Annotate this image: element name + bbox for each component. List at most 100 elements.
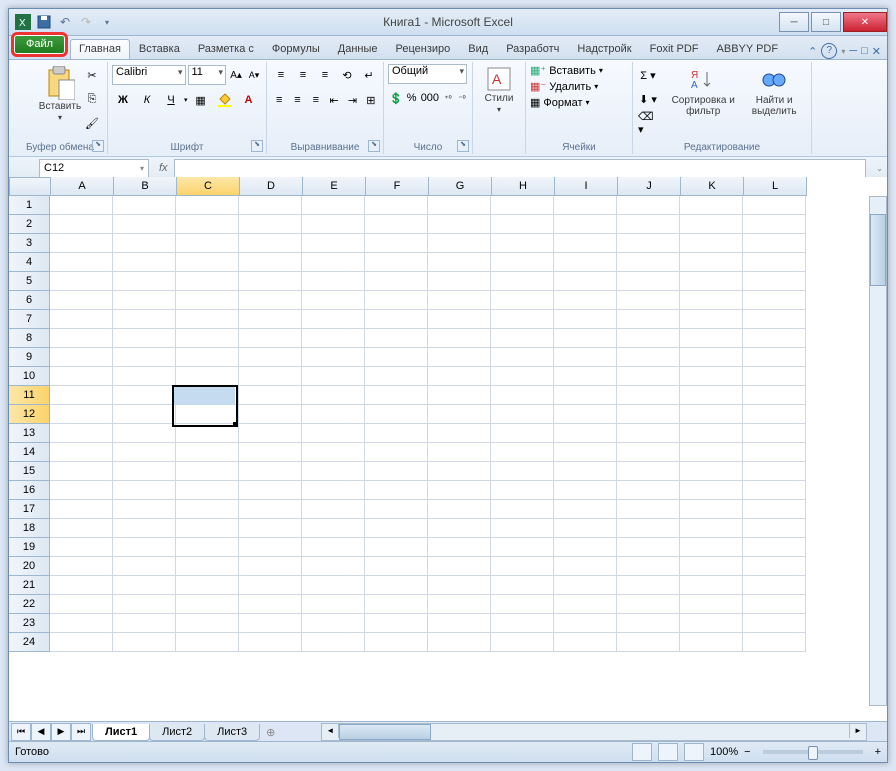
bold-button[interactable]: Ж: [112, 89, 134, 111]
cell[interactable]: [491, 234, 554, 253]
cell[interactable]: [491, 253, 554, 272]
cell[interactable]: [239, 215, 302, 234]
row-header[interactable]: 24: [9, 633, 50, 652]
cell[interactable]: [743, 291, 806, 310]
row-header[interactable]: 11: [9, 386, 50, 405]
cell[interactable]: [428, 215, 491, 234]
cell[interactable]: [302, 234, 365, 253]
sheet-tab-3[interactable]: Лист3: [204, 724, 260, 741]
row-header[interactable]: 16: [9, 481, 50, 500]
cell[interactable]: [302, 538, 365, 557]
cell[interactable]: [113, 348, 176, 367]
expand-formula-icon[interactable]: ⌄: [872, 164, 887, 173]
align-left-icon[interactable]: ≡: [271, 89, 287, 111]
font-size-combo[interactable]: 11: [188, 65, 227, 85]
cell[interactable]: [302, 348, 365, 367]
cell[interactable]: [680, 614, 743, 633]
cell[interactable]: [554, 196, 617, 215]
cell[interactable]: [176, 348, 239, 367]
cell[interactable]: [680, 367, 743, 386]
minimize-ribbon-icon[interactable]: ⌃: [808, 45, 817, 58]
maximize-button[interactable]: □: [811, 12, 841, 32]
cell[interactable]: [680, 405, 743, 424]
sort-filter-button[interactable]: ЯА Сортировка и фильтр: [665, 64, 741, 140]
cell[interactable]: [743, 386, 806, 405]
cell[interactable]: [554, 576, 617, 595]
tab-developer[interactable]: Разработч: [497, 39, 568, 59]
cell[interactable]: [365, 348, 428, 367]
wrap-text-icon[interactable]: ↵: [359, 64, 379, 86]
cell[interactable]: [239, 519, 302, 538]
cell[interactable]: [617, 196, 680, 215]
align-top-icon[interactable]: ≡: [271, 64, 291, 86]
cell[interactable]: [491, 310, 554, 329]
help-icon[interactable]: ?: [821, 43, 837, 59]
cell[interactable]: [743, 462, 806, 481]
cell[interactable]: [680, 481, 743, 500]
cell[interactable]: [302, 614, 365, 633]
cell[interactable]: [428, 462, 491, 481]
cell[interactable]: [491, 538, 554, 557]
cell[interactable]: [680, 557, 743, 576]
cell[interactable]: [50, 481, 113, 500]
cell[interactable]: [617, 576, 680, 595]
cell[interactable]: [680, 329, 743, 348]
cell[interactable]: [113, 500, 176, 519]
cell[interactable]: [176, 367, 239, 386]
page-layout-view-icon[interactable]: [658, 743, 678, 761]
border-icon[interactable]: ▦: [190, 89, 212, 111]
cell[interactable]: [302, 576, 365, 595]
cell[interactable]: [617, 405, 680, 424]
cell[interactable]: [491, 462, 554, 481]
cell[interactable]: [428, 348, 491, 367]
cell[interactable]: [239, 538, 302, 557]
cell[interactable]: [113, 424, 176, 443]
column-header[interactable]: J: [618, 177, 681, 196]
cell[interactable]: [743, 234, 806, 253]
cell[interactable]: [113, 614, 176, 633]
cell[interactable]: [239, 196, 302, 215]
number-format-combo[interactable]: Общий: [388, 64, 467, 84]
cell[interactable]: [617, 215, 680, 234]
cell[interactable]: [365, 557, 428, 576]
cell[interactable]: [491, 386, 554, 405]
cell[interactable]: [554, 481, 617, 500]
cell[interactable]: [617, 481, 680, 500]
cell[interactable]: [617, 462, 680, 481]
cell[interactable]: [113, 443, 176, 462]
cell[interactable]: [239, 329, 302, 348]
sheet-nav-next-icon[interactable]: ▶: [51, 723, 71, 741]
cell[interactable]: [176, 481, 239, 500]
cell[interactable]: [617, 367, 680, 386]
cell[interactable]: [680, 196, 743, 215]
row-header[interactable]: 5: [9, 272, 50, 291]
cell[interactable]: [428, 595, 491, 614]
cell[interactable]: [113, 538, 176, 557]
align-right-icon[interactable]: ≡: [308, 89, 324, 111]
column-header[interactable]: H: [492, 177, 555, 196]
row-header[interactable]: 9: [9, 348, 50, 367]
cell[interactable]: [113, 557, 176, 576]
cell[interactable]: [554, 614, 617, 633]
cell[interactable]: [680, 253, 743, 272]
cell[interactable]: [302, 253, 365, 272]
cell[interactable]: [491, 633, 554, 652]
align-center-icon[interactable]: ≡: [289, 89, 305, 111]
cell[interactable]: [50, 196, 113, 215]
align-middle-icon[interactable]: ≡: [293, 64, 313, 86]
cell[interactable]: [743, 253, 806, 272]
cell[interactable]: [617, 557, 680, 576]
cell[interactable]: [554, 272, 617, 291]
cell[interactable]: [428, 443, 491, 462]
cell[interactable]: [491, 348, 554, 367]
insert-cells-icon[interactable]: ▦⁺: [530, 64, 546, 77]
format-painter-icon[interactable]: 🖌: [81, 112, 103, 134]
cell[interactable]: [113, 310, 176, 329]
cell[interactable]: [554, 291, 617, 310]
cell[interactable]: [302, 443, 365, 462]
cell[interactable]: [554, 310, 617, 329]
cell[interactable]: [554, 329, 617, 348]
sheet-tab-2[interactable]: Лист2: [149, 724, 205, 741]
cell[interactable]: [50, 291, 113, 310]
row-header[interactable]: 3: [9, 234, 50, 253]
